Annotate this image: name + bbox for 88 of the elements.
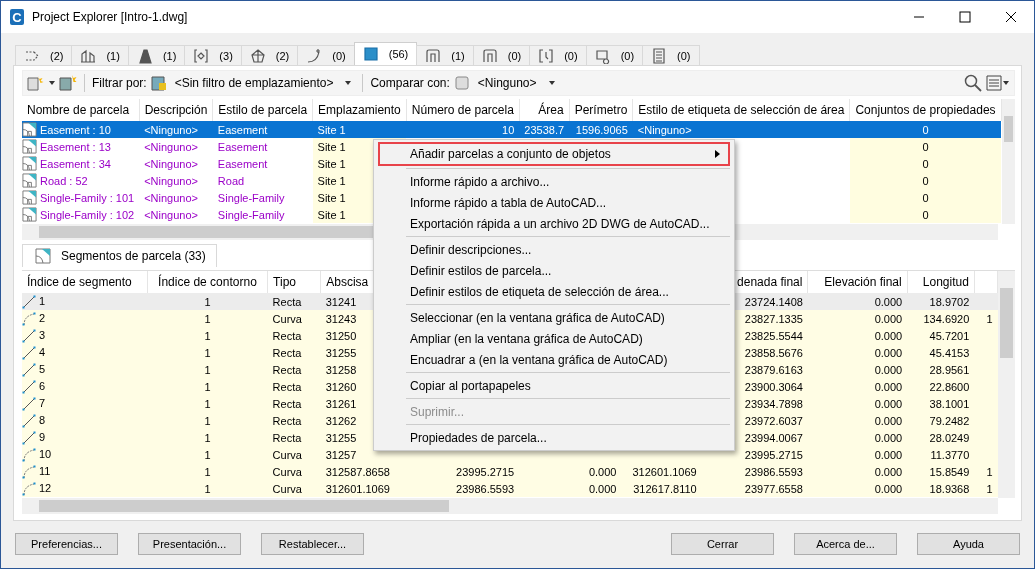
table-cell: 0.000 — [519, 463, 622, 480]
table-cell: Recta — [267, 327, 321, 344]
table-cell: Curva — [267, 480, 321, 497]
table-cell: Recta — [267, 344, 321, 361]
table-cell: 1 — [147, 446, 268, 463]
table-cell: 23538.7 — [519, 121, 570, 138]
table-cell: 0.000 — [807, 310, 908, 327]
table-cell: 0.000 — [807, 429, 908, 446]
table-cell: 0.000 — [807, 412, 908, 429]
table-cell: 0.000 — [807, 361, 908, 378]
window-title: Project Explorer [Intro-1.dwg] — [32, 10, 188, 24]
table-cell: 22.8600 — [907, 378, 975, 395]
table-cell: 0.000 — [807, 395, 908, 412]
table-cell: Curva — [267, 310, 321, 327]
table-cell: 312601.1069 — [320, 480, 411, 497]
table-cell: 45.7201 — [907, 327, 975, 344]
table-cell: Recta — [267, 293, 321, 310]
app-logo: C — [10, 9, 24, 25]
table-cell: 134.6920 — [907, 310, 975, 327]
table-cell: Single-Family — [212, 189, 313, 206]
table-cell: 312601.1069 — [621, 463, 702, 480]
table-cell: 0.000 — [807, 446, 908, 463]
table-cell: 0.000 — [807, 344, 908, 361]
table-cell: Easement — [212, 121, 313, 138]
table-cell: Road — [212, 172, 313, 189]
table-cell: 0 — [849, 189, 1002, 206]
table-cell: 312587.8658 — [320, 463, 411, 480]
table-cell: 0.000 — [807, 463, 908, 480]
table-cell: 0.000 — [807, 480, 908, 497]
table-cell: 0 — [849, 155, 1002, 172]
table-cell: 79.2482 — [907, 412, 975, 429]
table-cell: 0 — [849, 172, 1002, 189]
table-cell: Recta — [267, 429, 321, 446]
table-cell: Easement — [212, 155, 313, 172]
table-cell: Curva — [267, 446, 321, 463]
table-cell: 1 — [147, 361, 268, 378]
table-cell-text: <Ninguno> — [143, 156, 199, 172]
table-cell: Recta — [267, 378, 321, 395]
table-cell: 0 — [849, 206, 1002, 223]
table-cell: 28.0249 — [907, 429, 975, 446]
table-cell: 23986.5593 — [701, 463, 808, 480]
table-cell: 312617.8110 — [621, 480, 702, 497]
table-cell: 0 — [849, 121, 1002, 138]
table-cell: Curva — [267, 463, 321, 480]
table-cell: 0.000 — [807, 293, 908, 310]
table-cell: 1 — [147, 429, 268, 446]
table-cell: <Ninguno> — [632, 121, 850, 138]
table-cell: Recta — [267, 412, 321, 429]
table-cell: 1 — [147, 480, 268, 497]
table-cell: 1596.9065 — [569, 121, 633, 138]
table-cell: 0.000 — [807, 378, 908, 395]
table-cell: 1 — [974, 310, 998, 327]
table-cell: 1 — [147, 378, 268, 395]
table-cell: 10 — [406, 121, 520, 138]
table-cell: 1 — [147, 310, 268, 327]
table-cell: <Ninguno> — [139, 138, 213, 155]
table-cell: 18.9368 — [907, 480, 975, 497]
table-cell: 1 — [147, 293, 268, 310]
table-cell: 1 — [974, 463, 998, 480]
table-cell: 1 — [147, 327, 268, 344]
table-cell: 1 — [147, 412, 268, 429]
table-cell: 0 — [849, 138, 1002, 155]
table-cell: 1 — [974, 480, 998, 497]
table-cell: 1 — [147, 463, 268, 480]
table-cell: Recta — [267, 395, 321, 412]
table-cell: 38.1001 — [907, 395, 975, 412]
table-cell: 1 — [147, 344, 268, 361]
table-cell: Site 1 — [312, 121, 407, 138]
table-cell: 23986.5593 — [410, 480, 520, 497]
table-cell: 28.9561 — [907, 361, 975, 378]
table-cell: <Ninguno> — [139, 121, 213, 138]
table-cell: 18.9702 — [907, 293, 975, 310]
table-cell: 1 — [147, 395, 268, 412]
filter-label: Filtrar por: — [92, 76, 147, 90]
table-cell: 23995.2715 — [410, 463, 520, 480]
table-cell: Single-Family — [212, 206, 313, 223]
table-cell: Easement — [212, 138, 313, 155]
compare-label: Comparar con: — [370, 76, 450, 90]
table-cell: 0.000 — [519, 480, 622, 497]
table-cell: 23977.6558 — [701, 480, 808, 497]
table-cell: Recta — [267, 361, 321, 378]
table-cell-text: <Ninguno> — [143, 173, 199, 189]
table-cell-text: <Ninguno> — [143, 190, 199, 206]
table-cell-text: <Ninguno> — [143, 207, 199, 223]
table-cell: 11.3770 — [907, 446, 975, 463]
table-cell: 15.8549 — [907, 463, 975, 480]
table-cell: 45.4153 — [907, 344, 975, 361]
table-cell: 0.000 — [807, 327, 908, 344]
